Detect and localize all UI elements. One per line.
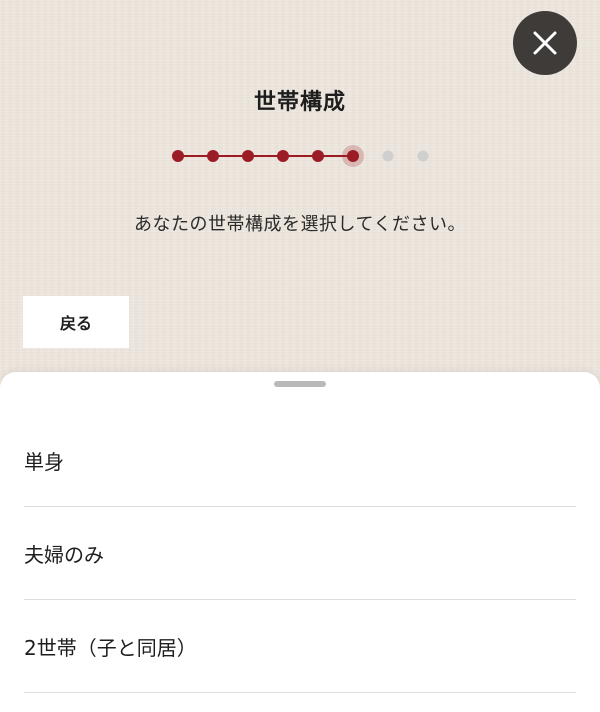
step-progress [172, 145, 429, 167]
option-list: 単身 夫婦のみ 2世帯（子と同居） [24, 414, 576, 693]
option-two-generations[interactable]: 2世帯（子と同居） [24, 600, 576, 693]
sheet-drag-handle[interactable] [274, 381, 326, 387]
bottom-sheet: 単身 夫婦のみ 2世帯（子と同居） [0, 372, 600, 712]
progress-step-3 [242, 150, 254, 162]
progress-step-6 [347, 150, 359, 162]
option-couple-only[interactable]: 夫婦のみ [24, 507, 576, 600]
progress-step-2 [207, 150, 219, 162]
back-button[interactable]: 戻る [23, 296, 129, 348]
progress-step-7 [382, 150, 394, 162]
progress-step-5 [312, 150, 324, 162]
close-button[interactable] [513, 11, 577, 75]
instruction-text: あなたの世帯構成を選択してください。 [134, 214, 466, 235]
progress-step-1 [172, 150, 184, 162]
option-single[interactable]: 単身 [24, 414, 576, 507]
progress-step-8 [417, 150, 429, 162]
progress-step-4 [277, 150, 289, 162]
page-title: 世帯構成 [253, 90, 346, 115]
close-icon [533, 31, 557, 55]
